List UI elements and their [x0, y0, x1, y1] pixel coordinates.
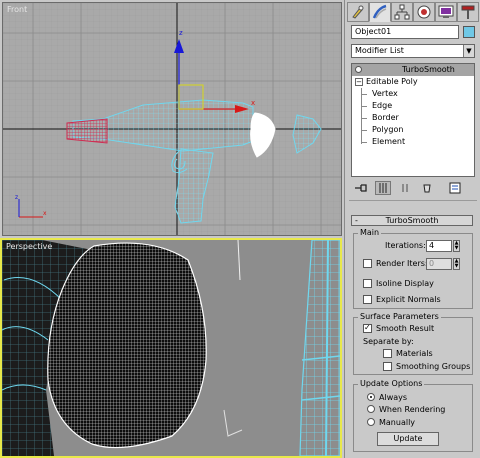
explicit-normals-label: Explicit Normals [376, 295, 441, 304]
smoothing-groups-label: Smoothing Groups [396, 362, 471, 371]
make-unique-icon [402, 184, 408, 192]
lightbulb-icon[interactable] [355, 66, 362, 73]
modifier-list-dropdown[interactable]: Modifier List ▼ [351, 44, 475, 58]
smoothing-groups-checkbox[interactable] [383, 362, 392, 371]
object-name-field[interactable]: Object01 [351, 25, 459, 39]
command-panel-tabs [347, 2, 479, 22]
stack-item-turbosmooth[interactable]: TurboSmooth [352, 64, 474, 76]
stack-subobject-edge[interactable]: Edge [352, 100, 474, 112]
front-viewport-canvas: z x x z [3, 3, 341, 235]
motion-icon [417, 5, 431, 19]
stack-item-label: Editable Poly [366, 77, 418, 86]
materials-label: Materials [396, 349, 433, 358]
smooth-result-checkbox[interactable] [363, 323, 372, 333]
stack-item-label: TurboSmooth [402, 65, 455, 74]
create-icon [352, 5, 364, 19]
svg-text:x: x [251, 99, 255, 107]
svg-text:z: z [179, 29, 183, 37]
hierarchy-icon [394, 4, 410, 20]
render-iters-spinner[interactable]: 0 [426, 258, 452, 270]
display-tab[interactable] [435, 2, 457, 22]
group-title-update: Update Options [358, 379, 425, 389]
divider [349, 200, 477, 201]
modify-tab[interactable] [369, 2, 391, 22]
iterations-label: Iterations: [385, 241, 426, 250]
show-end-result-button[interactable] [375, 181, 391, 195]
svg-text:z: z [15, 194, 18, 201]
object-color-swatch[interactable] [463, 26, 475, 38]
remove-modifier-button[interactable] [419, 181, 435, 195]
display-icon [438, 5, 454, 18]
render-iters-checkbox[interactable] [363, 259, 372, 268]
modify-icon [372, 4, 387, 19]
stack-subobject-element[interactable]: Element [352, 136, 474, 148]
viewport-label-perspective[interactable]: Perspective [6, 242, 52, 251]
front-viewport[interactable]: z x x z Front [2, 2, 342, 236]
make-unique-button[interactable] [397, 181, 413, 195]
utilities-tab[interactable] [457, 2, 479, 22]
remove-modifier-icon [423, 184, 431, 193]
materials-checkbox[interactable] [383, 349, 392, 358]
svg-text:x: x [43, 210, 47, 217]
collapse-icon: - [355, 216, 358, 225]
isoline-display-label: Isoline Display [376, 279, 434, 288]
update-manually-label: Manually [379, 418, 416, 427]
chevron-down-icon[interactable]: ▼ [463, 45, 474, 57]
isoline-display-checkbox[interactable] [363, 279, 372, 288]
group-title-main: Main [358, 228, 382, 238]
stack-subobject-vertex[interactable]: Vertex [352, 88, 474, 100]
nozzle-dense-mesh [47, 242, 207, 449]
turbosmooth-rollout-header[interactable]: - TurboSmooth [351, 215, 473, 226]
hierarchy-tab[interactable] [391, 2, 413, 22]
collapse-icon[interactable]: − [355, 78, 363, 86]
perspective-viewport-canvas [2, 240, 340, 456]
update-button[interactable]: Update [377, 432, 439, 446]
iterations-spinner-arrows[interactable]: ▲ ▼ [453, 240, 460, 252]
stack-item-editable-poly[interactable]: − Editable Poly [352, 76, 474, 88]
update-always-label: Always [379, 393, 408, 402]
create-tab[interactable] [347, 2, 369, 22]
update-always-radio[interactable] [367, 393, 375, 401]
show-end-result-icon [379, 183, 387, 193]
stack-subobject-border[interactable]: Border [352, 112, 474, 124]
stack-toolbar [353, 181, 475, 195]
modifier-stack[interactable]: TurboSmooth − Editable Poly Vertex Edge … [351, 63, 475, 177]
motion-tab[interactable] [413, 2, 435, 22]
pin-stack-button[interactable] [353, 181, 369, 195]
perspective-viewport[interactable]: Perspective [0, 238, 342, 458]
smooth-result-label: Smooth Result [376, 324, 435, 333]
configure-sets-button[interactable] [447, 181, 463, 195]
render-iters-spinner-arrows[interactable]: ▲ ▼ [453, 258, 460, 270]
update-when-rendering-radio[interactable] [367, 405, 375, 413]
stack-subobject-polygon[interactable]: Polygon [352, 124, 474, 136]
update-manually-radio[interactable] [367, 418, 375, 426]
pin-stack-icon [355, 184, 367, 192]
explicit-normals-checkbox[interactable] [363, 295, 372, 304]
update-when-rendering-label: When Rendering [379, 405, 446, 414]
command-panel: Object01 Modifier List ▼ TurboSmooth − E… [344, 0, 480, 458]
configure-sets-icon [449, 182, 461, 194]
separate-by-label: Separate by: [363, 337, 414, 346]
utilities-icon [461, 5, 475, 19]
render-iters-label: Render Iters: [376, 259, 428, 268]
group-title-surface: Surface Parameters [358, 312, 441, 322]
iterations-spinner[interactable]: 4 [426, 240, 452, 252]
viewport-label-front[interactable]: Front [7, 5, 27, 14]
rollout-title-label: TurboSmooth [385, 216, 439, 225]
modifier-list-label: Modifier List [355, 46, 404, 55]
